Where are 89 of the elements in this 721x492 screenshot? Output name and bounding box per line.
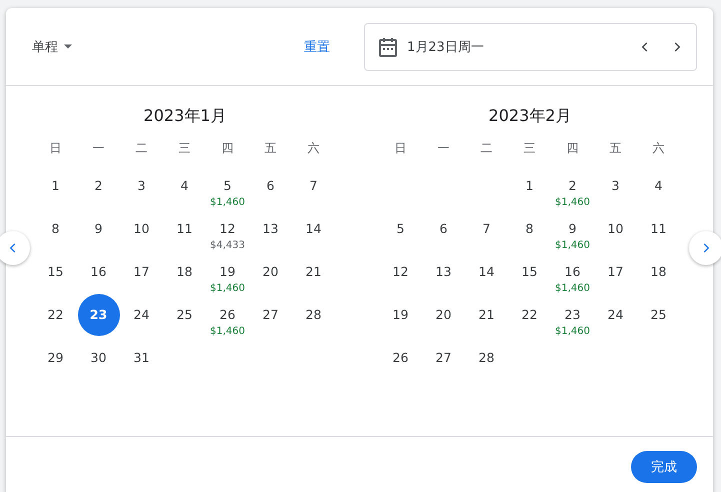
done-button[interactable]: 完成: [631, 450, 697, 482]
day-button[interactable]: 27: [260, 306, 280, 323]
day-button[interactable]: 14: [304, 220, 324, 237]
day-button[interactable]: 3: [136, 177, 148, 194]
day-button[interactable]: 18: [174, 263, 194, 280]
price-label: $1,460: [555, 283, 590, 294]
day-button[interactable]: 17: [132, 263, 152, 280]
calendar-icon: [379, 36, 397, 56]
day-button[interactable]: 11: [648, 220, 668, 237]
day-button[interactable]: 10: [132, 220, 152, 237]
month-title: 2023年1月: [142, 106, 228, 127]
day-button[interactable]: 26: [390, 349, 410, 366]
day-button[interactable]: 8: [50, 220, 62, 237]
day-button[interactable]: 22: [520, 306, 540, 323]
weekday-label: 三: [524, 140, 536, 156]
day-button[interactable]: 31: [132, 349, 152, 366]
day-button[interactable]: 24: [132, 306, 152, 323]
day-button[interactable]: 1: [50, 177, 62, 194]
day-button[interactable]: 23: [562, 306, 582, 323]
day-button[interactable]: 8: [524, 220, 536, 237]
weekday-label: 日: [50, 140, 62, 156]
day-button[interactable]: 18: [648, 263, 668, 280]
day-button[interactable]: 12: [390, 263, 410, 280]
day-button[interactable]: 14: [476, 263, 496, 280]
day-button[interactable]: 20: [434, 306, 454, 323]
day-button[interactable]: 11: [174, 220, 194, 237]
day-button[interactable]: 26: [218, 306, 238, 323]
day-button[interactable]: 15: [520, 263, 540, 280]
day-button[interactable]: 9: [566, 220, 578, 237]
price-label: $1,460: [555, 240, 590, 251]
day-button[interactable]: 21: [476, 306, 496, 323]
day-button[interactable]: 17: [606, 263, 626, 280]
reset-link[interactable]: 重置: [302, 34, 332, 60]
day-button[interactable]: 2: [92, 177, 104, 194]
day-button[interactable]: 13: [260, 220, 280, 237]
day-button[interactable]: 27: [434, 349, 454, 366]
day-button[interactable]: 28: [304, 306, 324, 323]
weekday-label: 一: [438, 140, 450, 156]
price-label: $1,460: [555, 326, 590, 337]
date-field[interactable]: 1月23日周一: [364, 22, 697, 70]
day-button[interactable]: 28: [476, 349, 496, 366]
price-label: $1,460: [555, 197, 590, 208]
day-button[interactable]: 25: [648, 306, 668, 323]
day-button[interactable]: 13: [434, 263, 454, 280]
price-label: $1,460: [210, 197, 245, 208]
day-button[interactable]: 10: [606, 220, 626, 237]
day-button[interactable]: 6: [264, 177, 276, 194]
day-button[interactable]: 21: [304, 263, 324, 280]
day-button[interactable]: 7: [480, 220, 492, 237]
weekday-label: 一: [92, 140, 104, 156]
day-button[interactable]: 15: [46, 263, 66, 280]
weekday-label: 四: [222, 140, 234, 156]
day-button[interactable]: 5: [222, 177, 234, 194]
price-label: $1,460: [210, 283, 245, 294]
day-button[interactable]: 9: [92, 220, 104, 237]
day-button[interactable]: 20: [260, 263, 280, 280]
day-button[interactable]: 23: [78, 294, 120, 336]
day-button[interactable]: 16: [88, 263, 108, 280]
day-button[interactable]: 29: [46, 349, 66, 366]
weekday-label: 三: [178, 140, 190, 156]
day-button[interactable]: 7: [308, 177, 320, 194]
day-button[interactable]: 2: [566, 177, 578, 194]
day-button[interactable]: 30: [88, 349, 108, 366]
weekday-label: 五: [264, 140, 276, 156]
day-button[interactable]: 5: [394, 220, 406, 237]
day-button[interactable]: 24: [606, 306, 626, 323]
caret-icon: [64, 44, 72, 49]
month-title: 2023年2月: [488, 106, 572, 127]
price-label: $1,460: [210, 326, 245, 337]
day-button[interactable]: 4: [178, 177, 190, 194]
day-button[interactable]: 3: [610, 177, 622, 194]
price-label: $4,433: [210, 240, 245, 251]
weekday-label: 五: [610, 140, 622, 156]
day-button[interactable]: 19: [218, 263, 238, 280]
day-button[interactable]: 19: [390, 306, 410, 323]
day-button[interactable]: 6: [438, 220, 450, 237]
day-button[interactable]: 12: [218, 220, 238, 237]
trip-type-dropdown[interactable]: 单程: [28, 34, 76, 60]
weekday-label: 日: [394, 140, 406, 156]
weekday-label: 六: [308, 140, 320, 156]
day-button[interactable]: 1: [524, 177, 536, 194]
weekday-label: 六: [652, 140, 664, 156]
weekday-label: 二: [136, 140, 148, 156]
day-button[interactable]: 16: [562, 263, 582, 280]
weekday-label: 四: [566, 140, 578, 156]
day-button[interactable]: 4: [652, 177, 664, 194]
day-button[interactable]: 22: [46, 306, 66, 323]
weekday-label: 二: [480, 140, 492, 156]
day-button[interactable]: 25: [174, 306, 194, 323]
